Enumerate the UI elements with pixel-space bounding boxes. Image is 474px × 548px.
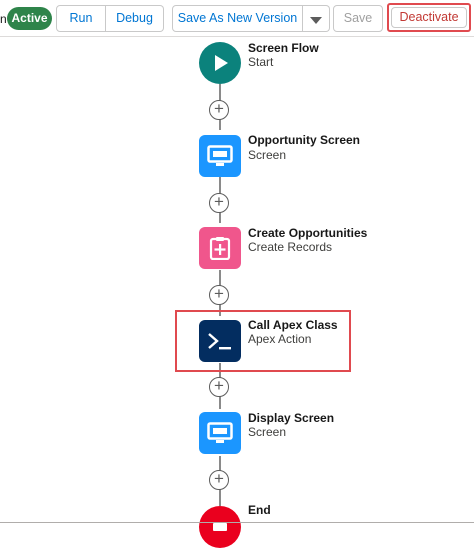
clipboard-add-icon [209,237,231,260]
display-screen-node[interactable] [199,412,241,454]
run-button[interactable]: Run [56,5,106,32]
screen-node-title: Opportunity Screen [248,133,361,147]
start-node[interactable] [199,42,241,84]
display-screen-node-subtitle: Screen [248,425,287,439]
display-screen-node-title: Display Screen [248,411,335,425]
status-badge: Active [7,7,52,30]
end-node[interactable] [199,506,241,548]
create-records-node-subtitle: Create Records [248,240,333,254]
deactivate-button[interactable]: Deactivate [391,7,467,28]
create-records-node-title: Create Opportunities [248,226,368,240]
end-node-title: End [248,503,271,517]
start-node-subtitle: Start [248,55,274,69]
monitor-icon [207,422,233,443]
deactivate-highlight: Deactivate [387,3,471,32]
stop-icon [213,523,227,531]
add-element-button[interactable]: + [209,377,229,397]
monitor-icon [207,145,233,166]
play-icon [215,55,228,71]
screen-node[interactable] [199,135,241,177]
toolbar-divider [0,36,474,37]
save-options-dropdown[interactable] [303,5,330,32]
chevron-down-icon [310,17,322,24]
debug-button[interactable]: Debug [106,5,164,32]
add-element-button[interactable]: + [209,100,229,120]
save-as-new-version-button[interactable]: Save As New Version [172,5,303,32]
add-element-button[interactable]: + [209,470,229,490]
apex-action-node-subtitle: Apex Action [248,332,312,346]
canvas-bottom-border [0,522,474,523]
start-node-title: Screen Flow [248,41,319,55]
add-element-button[interactable]: + [209,193,229,213]
save-button[interactable]: Save [333,5,383,32]
flow-builder-toolbar: n Active Run Debug Save As New Version S… [0,0,474,36]
create-records-node[interactable] [199,227,241,269]
add-element-button[interactable]: + [209,285,229,305]
apex-action-node[interactable] [199,320,241,362]
truncated-label: n [0,12,7,26]
terminal-icon [208,333,231,350]
screen-node-subtitle: Screen [248,148,287,162]
apex-action-node-title: Call Apex Class [248,318,338,332]
